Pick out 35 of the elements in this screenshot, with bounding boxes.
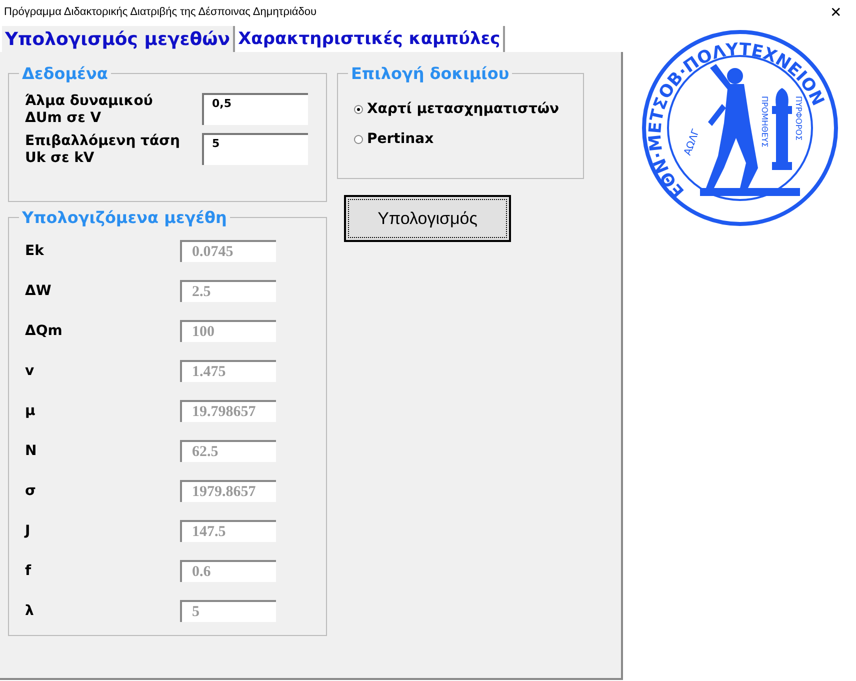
output-field: 1.475 bbox=[180, 360, 276, 382]
window-title: Πρόγραμμα Διδακτορικής Διατριβής της Δέσποινας Δημητριάδου bbox=[4, 6, 317, 18]
field-label: ΔW bbox=[25, 283, 52, 299]
field-label: ΔQm bbox=[25, 323, 62, 339]
close-button[interactable]: ✕ bbox=[816, 0, 856, 24]
radio-button[interactable] bbox=[354, 104, 363, 114]
output-field: 19.798657 bbox=[180, 400, 276, 422]
input-field[interactable]: 0,5 bbox=[202, 93, 308, 125]
field-label: Ek bbox=[25, 243, 44, 259]
field-label: Επιβαλλόμενη τάση Uk σε kV bbox=[25, 133, 181, 167]
output-field: 0.0745 bbox=[180, 240, 276, 262]
output-field: 0.6 bbox=[180, 560, 276, 582]
field-label: λ bbox=[25, 603, 34, 619]
calculate-button[interactable]: Υπολογισμός bbox=[344, 195, 511, 242]
output-field: 1979.8657 bbox=[180, 480, 276, 502]
output-field: 100 bbox=[180, 320, 276, 342]
radio-button[interactable] bbox=[354, 134, 363, 144]
output-field: 62.5 bbox=[180, 440, 276, 462]
field-label: Άλμα δυναμικού ΔUm σε V bbox=[25, 93, 154, 127]
field-label: f bbox=[25, 563, 32, 579]
field-label: μ bbox=[25, 403, 36, 419]
radio-label[interactable]: Χαρτί μετασχηματιστών bbox=[367, 101, 560, 117]
input-field[interactable]: 5 bbox=[202, 133, 308, 165]
radio-label[interactable]: Pertinax bbox=[367, 131, 434, 147]
group-title: Επιλογή δοκιμίου bbox=[350, 64, 510, 83]
field-label: J bbox=[25, 523, 30, 539]
output-field: 147.5 bbox=[180, 520, 276, 542]
field-label: v bbox=[25, 363, 34, 379]
field-label: σ bbox=[25, 483, 36, 499]
field-label: N bbox=[25, 443, 37, 459]
tab[interactable]: Υπολογισμός μεγεθών bbox=[2, 26, 236, 52]
output-field: 2.5 bbox=[180, 280, 276, 302]
group-title: Υπολογιζόμενα μεγέθη bbox=[21, 208, 228, 227]
output-field: 5 bbox=[180, 600, 276, 622]
group-title: Δεδομένα bbox=[21, 64, 109, 83]
